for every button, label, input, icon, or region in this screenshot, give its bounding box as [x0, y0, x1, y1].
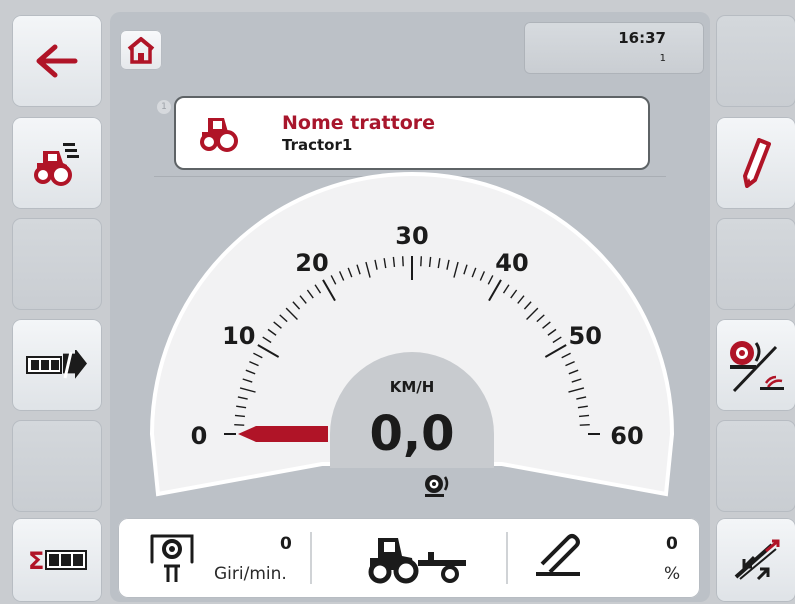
gauge-unit: KM/H: [390, 378, 435, 396]
gauge-tick-label: 40: [495, 249, 528, 277]
gauge-needle: [238, 426, 328, 442]
tractor-implement-icon: [368, 538, 466, 584]
speed-source-icon: [425, 475, 449, 497]
gauge-tick-label: 20: [295, 249, 328, 277]
lift-value: 0: [666, 534, 678, 554]
gauge-tick-label: 10: [222, 322, 255, 350]
gauge-minor-tick: [401, 256, 404, 267]
gauge-minor-tick: [234, 423, 245, 426]
lift-panel[interactable]: 0 %: [510, 518, 700, 598]
info-bar: 0 Giri/min. 0 %: [118, 518, 700, 598]
pto-rpm-icon: [150, 534, 194, 582]
gauge-tick-label: 0: [191, 422, 208, 450]
gauge-minor-tick: [420, 256, 423, 267]
gauge-tick-label: 60: [610, 422, 643, 450]
implement-panel[interactable]: [314, 518, 504, 598]
lift-unit: %: [664, 564, 681, 584]
gauge-minor-tick: [579, 423, 590, 426]
speed-gauge: 0 10 20 30 40 50 60 KM/H 0,0: [149, 172, 675, 497]
gauge-tick-label: 50: [569, 322, 602, 350]
hitch-position-icon: [536, 534, 580, 576]
rpm-panel[interactable]: 0 Giri/min.: [118, 518, 308, 598]
gauge-tick-label: 30: [395, 222, 428, 250]
rpm-unit: Giri/min.: [214, 564, 287, 584]
divider: [506, 532, 508, 584]
rpm-value: 0: [280, 534, 292, 554]
divider: [310, 532, 312, 584]
gauge-speed-value: 0,0: [369, 406, 454, 462]
